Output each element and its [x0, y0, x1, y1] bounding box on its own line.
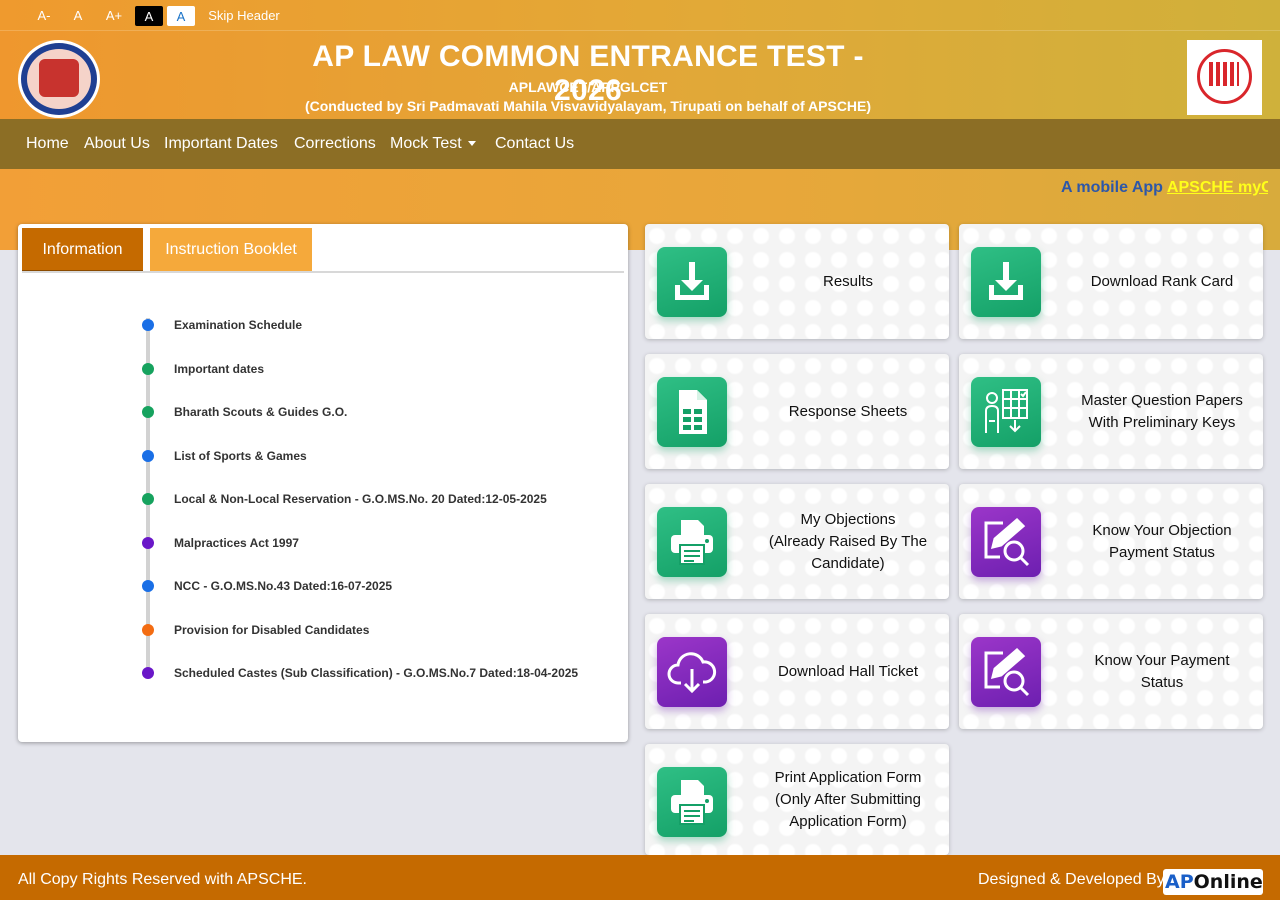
info-link-item[interactable]: Bharath Scouts & Guides G.O. [174, 405, 347, 419]
tile-label: Master Question Papers With Preliminary … [1081, 391, 1243, 431]
download-icon [657, 247, 727, 317]
chevron-down-icon [467, 141, 476, 147]
download-icon [971, 247, 1041, 317]
timeline-dot [142, 624, 154, 636]
main-nav: Home About Us Important Dates Correction… [0, 119, 1280, 169]
nav-about-us[interactable]: About Us [84, 119, 150, 169]
printer-icon [657, 767, 727, 837]
timeline-dot [142, 406, 154, 418]
service-tile[interactable]: Print Application Form (Only After Submi… [645, 744, 949, 855]
edit-search-icon [971, 637, 1041, 707]
tile-label: Results [822, 272, 874, 290]
cloud-download-icon [657, 637, 727, 707]
aponline-logo-ap: AP [1165, 871, 1194, 893]
information-card: Information Instruction Booklet Examinat… [18, 224, 628, 742]
dark-theme-button[interactable]: A [135, 6, 163, 26]
info-link-item[interactable]: Provision for Disabled Candidates [174, 623, 369, 637]
page-subtitle: APLAWCET/APPGLCET [508, 79, 668, 95]
tile-label: Download Rank Card [1090, 272, 1234, 290]
info-link-item[interactable]: Scheduled Castes (Sub Classification) - … [174, 666, 578, 680]
tile-label: Response Sheets [788, 402, 908, 420]
timeline-dot [142, 363, 154, 375]
skip-header-link[interactable]: Skip Header [207, 6, 281, 26]
font-decrease-button[interactable]: A- [34, 6, 54, 26]
tile-label: Know Your Payment Status [1094, 651, 1230, 691]
tile-label: Download Hall Ticket [777, 662, 919, 680]
service-tile[interactable]: Master Question Papers With Preliminary … [959, 354, 1263, 469]
timeline-dot [142, 493, 154, 505]
tile-label: Know Your Objection Payment Status [1092, 521, 1232, 561]
question-paper-icon [971, 377, 1041, 447]
info-link-item[interactable]: Local & Non-Local Reservation - G.O.MS.N… [174, 492, 547, 506]
nav-mock-test-dropdown[interactable]: Mock Test [390, 119, 476, 169]
timeline-dot [142, 580, 154, 592]
timeline-dot [142, 450, 154, 462]
service-tile[interactable]: Know Your Objection Payment Status [959, 484, 1263, 599]
tab-information[interactable]: Information [22, 228, 143, 272]
nav-important-dates[interactable]: Important Dates [164, 119, 278, 169]
tile-label: Print Application Form (Only After Submi… [774, 768, 922, 830]
nav-corrections[interactable]: Corrections [294, 119, 376, 169]
site-header: AP LAW COMMON ENTRANCE TEST - 2026 APLAW… [0, 31, 1280, 119]
info-link-item[interactable]: Examination Schedule [174, 318, 302, 332]
light-theme-button[interactable]: A [167, 6, 195, 26]
edit-search-icon [971, 507, 1041, 577]
marquee-link[interactable]: APSCHE myC [1167, 179, 1268, 196]
service-tile[interactable]: Download Hall Ticket [645, 614, 949, 729]
tab-divider [22, 271, 624, 273]
font-normal-button[interactable]: A [70, 6, 86, 26]
university-logo[interactable] [18, 40, 100, 118]
printer-icon [657, 507, 727, 577]
timeline-dot [142, 319, 154, 331]
spreadsheet-icon [657, 377, 727, 447]
info-link-item[interactable]: Important dates [174, 362, 264, 376]
info-link-item[interactable]: Malpractices Act 1997 [174, 536, 299, 550]
nav-mock-test-label: Mock Test [390, 135, 462, 152]
info-link-item[interactable]: List of Sports & Games [174, 449, 307, 463]
service-tile[interactable]: Results [645, 224, 949, 339]
site-footer: All Copy Rights Reserved with APSCHE. De… [0, 855, 1280, 900]
marquee-text: A mobile App [1061, 179, 1163, 196]
tab-instruction-booklet[interactable]: Instruction Booklet [150, 228, 312, 272]
apsche-logo[interactable] [1187, 40, 1262, 115]
timeline-dot [142, 537, 154, 549]
aponline-logo[interactable]: APOnline [1163, 869, 1263, 895]
nav-contact-us[interactable]: Contact Us [495, 119, 574, 169]
service-tile[interactable]: Response Sheets [645, 354, 949, 469]
designed-by-text: Designed & Developed By [978, 871, 1165, 888]
nav-home[interactable]: Home [26, 119, 69, 169]
service-tile[interactable]: My Objections (Already Raised By The Can… [645, 484, 949, 599]
service-tile[interactable]: Download Rank Card [959, 224, 1263, 339]
timeline-dot [142, 667, 154, 679]
accessibility-bar: A- A A+ A A Skip Header [0, 0, 1280, 31]
font-increase-button[interactable]: A+ [103, 6, 125, 26]
info-link-item[interactable]: NCC - G.O.MS.No.43 Dated:16-07-2025 [174, 579, 392, 593]
conducted-by-text: (Conducted by Sri Padmavati Mahila Visva… [304, 98, 872, 114]
service-tile[interactable]: Know Your Payment Status [959, 614, 1263, 729]
aponline-logo-online: Online [1193, 871, 1263, 893]
copyright-text: All Copy Rights Reserved with APSCHE. [18, 871, 307, 888]
announcement-marquee: A mobile App APSCHE myC [1061, 179, 1268, 201]
tile-label: My Objections (Already Raised By The Can… [768, 510, 928, 572]
